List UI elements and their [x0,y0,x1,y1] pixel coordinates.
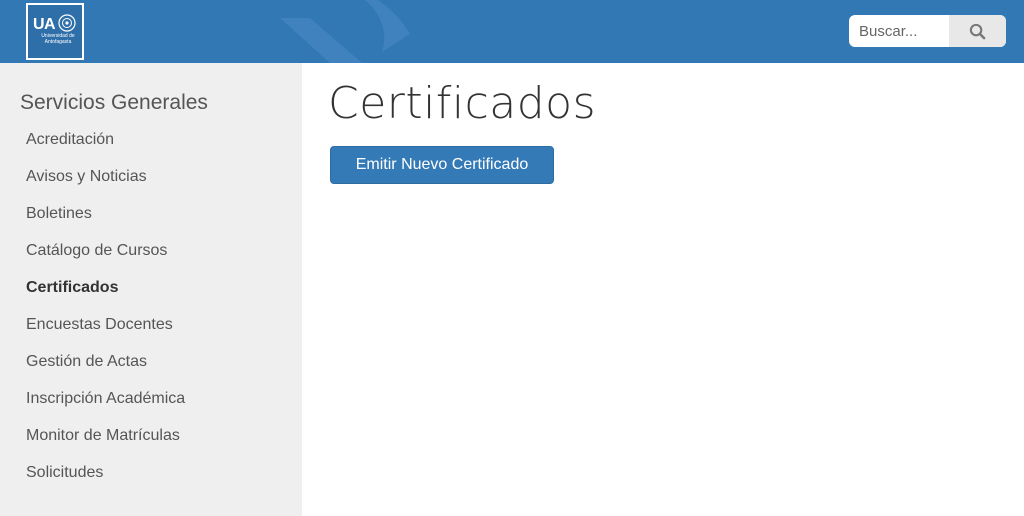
sidebar-item-monitor-de-matriculas[interactable]: Monitor de Matrículas [26,427,185,464]
search-box [849,15,1006,47]
sidebar-item-catalogo-de-cursos[interactable]: Catálogo de Cursos [26,242,185,279]
sidebar-item-certificados[interactable]: Certificados [26,279,185,316]
sidebar: Servicios Generales Acreditación Avisos … [0,63,302,516]
sidebar-nav: Acreditación Avisos y Noticias Boletines… [26,131,185,501]
sidebar-item-acreditacion[interactable]: Acreditación [26,131,185,168]
search-button[interactable] [949,15,1006,47]
search-input[interactable] [849,15,949,47]
page-title: Certificados [328,78,597,129]
university-logo[interactable]: UA Universidad de Antofagasta [26,3,84,60]
sidebar-item-encuestas-docentes[interactable]: Encuestas Docentes [26,316,185,353]
search-icon [969,23,986,39]
sidebar-item-avisos-y-noticias[interactable]: Avisos y Noticias [26,168,185,205]
header-watermark [280,0,410,63]
sidebar-heading: Servicios Generales [20,91,208,114]
logo-mark: UA [33,16,56,33]
seal-icon [58,14,76,32]
sidebar-item-solicitudes[interactable]: Solicitudes [26,464,185,501]
sidebar-item-gestion-de-actas[interactable]: Gestión de Actas [26,353,185,390]
logo-subtitle: Universidad de Antofagasta [41,33,75,45]
sidebar-item-inscripcion-academica[interactable]: Inscripción Académica [26,390,185,427]
top-header: UA Universidad de Antofagasta [0,0,1024,63]
emit-certificate-button[interactable]: Emitir Nuevo Certificado [330,146,554,184]
sidebar-item-boletines[interactable]: Boletines [26,205,185,242]
